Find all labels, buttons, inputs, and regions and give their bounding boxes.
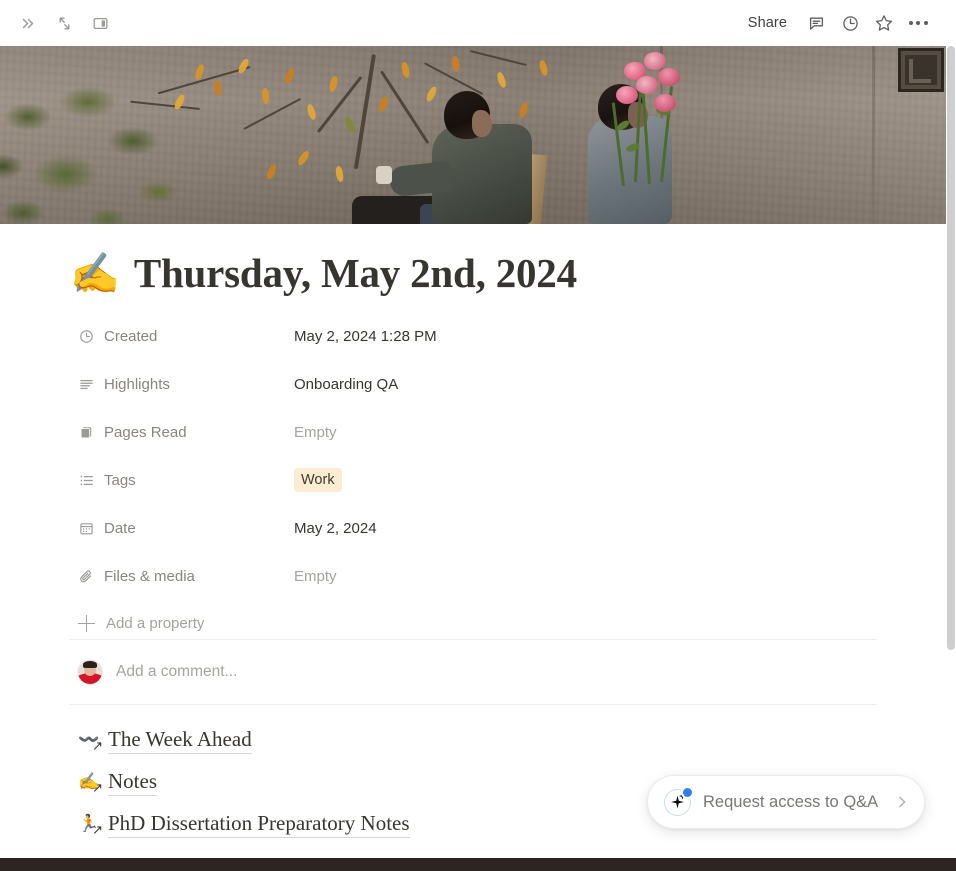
plus-icon — [78, 614, 95, 632]
paperclip-icon — [78, 568, 95, 585]
comment-input-placeholder[interactable]: Add a comment... — [116, 663, 237, 681]
property-row-highlights[interactable]: Highlights Onboarding QA — [70, 367, 876, 401]
add-property-button[interactable]: Add a property — [70, 607, 290, 639]
page-link-label[interactable]: PhD Dissertation Preparatory Notes — [108, 810, 410, 839]
cover-flower-bloom — [616, 86, 638, 104]
sparkle-glyph — [670, 795, 685, 810]
cover-rider-front-face — [472, 110, 492, 137]
top-toolbar: Share — [0, 0, 946, 46]
property-value-date[interactable]: May 2, 2024 — [286, 515, 406, 542]
text-lines-icon — [78, 376, 95, 393]
page-link-label[interactable]: Notes — [108, 768, 157, 797]
request-access-qa-label: Request access to Q&A — [703, 792, 879, 811]
notion-page-window: Share ✍️ Thursday, May 2nd, 2024 Created… — [0, 0, 956, 871]
clock-icon — [78, 328, 95, 345]
add-comment-row[interactable]: Add a comment... — [70, 640, 876, 704]
property-value-tags[interactable]: Work — [286, 466, 406, 494]
property-label: Pages Read — [104, 423, 187, 441]
cover-flower-bloom — [658, 68, 680, 86]
property-label: Tags — [104, 471, 136, 489]
cover-artwork — [0, 46, 946, 224]
property-key-created[interactable]: Created — [70, 321, 286, 351]
property-key-pages-read[interactable]: Pages Read — [70, 417, 286, 447]
comment-divider-bottom — [70, 704, 876, 706]
collapse-arrows-icon[interactable] — [50, 9, 78, 37]
request-access-qa-button[interactable]: Request access to Q&A — [647, 775, 925, 829]
comment-icon[interactable] — [802, 9, 830, 37]
chevron-right-icon — [894, 794, 910, 810]
status-badge-work[interactable]: Work — [294, 468, 342, 493]
more-dots — [908, 21, 928, 25]
cover-flower-bloom — [644, 52, 666, 70]
page-link-emoji: 〰️ ↗ — [78, 729, 103, 755]
property-row-pages-read[interactable]: Pages Read Empty — [70, 415, 876, 449]
page-link-emoji: ✍️ ↗ — [78, 771, 103, 797]
page-link-label[interactable]: The Week Ahead — [108, 726, 252, 755]
book-icon — [78, 424, 95, 441]
cover-window-grate — [898, 48, 944, 92]
cover-rider-hand — [376, 166, 392, 184]
property-value-files-media[interactable]: Empty — [286, 563, 406, 590]
add-property-label: Add a property — [106, 614, 205, 632]
avatar — [78, 660, 102, 685]
expand-sidebar-icon[interactable] — [14, 9, 42, 37]
star-favorite-icon[interactable] — [870, 9, 898, 37]
arrow-up-right-icon: ↗ — [92, 823, 103, 839]
property-key-date[interactable]: Date — [70, 513, 286, 543]
list-icon — [78, 472, 95, 489]
ai-sparkle-icon — [664, 787, 692, 816]
list-item[interactable]: 〰️ ↗ The Week Ahead — [70, 719, 876, 761]
property-label: Date — [104, 519, 136, 537]
scrollbar-thumb[interactable] — [947, 46, 955, 650]
property-row-tags[interactable]: Tags Work — [70, 463, 876, 497]
page-cover-image[interactable] — [0, 46, 946, 224]
property-row-date[interactable]: Date May 2, 2024 — [70, 511, 876, 545]
cover-foliage — [0, 84, 228, 224]
sidebar-panel-icon[interactable] — [86, 9, 114, 37]
avatar-hair — [83, 661, 97, 669]
property-value-highlights[interactable]: Onboarding QA — [286, 371, 406, 398]
toolbar-right-group: Share — [739, 9, 932, 37]
calendar-icon — [78, 520, 95, 537]
page-content: ✍️ Thursday, May 2nd, 2024 Created May 2… — [0, 224, 946, 846]
property-label: Highlights — [104, 375, 170, 393]
property-key-highlights[interactable]: Highlights — [70, 369, 286, 399]
cover-flower-bloom — [636, 76, 658, 94]
page-content-inner: ✍️ Thursday, May 2nd, 2024 Created May 2… — [70, 250, 876, 845]
page-title[interactable]: Thursday, May 2nd, 2024 — [134, 250, 577, 297]
cover-rider-back — [588, 116, 672, 224]
property-row-files-media[interactable]: Files & media Empty — [70, 559, 876, 593]
property-key-tags[interactable]: Tags — [70, 465, 286, 495]
property-row-created[interactable]: Created May 2, 2024 1:28 PM — [70, 319, 876, 353]
cover-flower-bloom — [654, 94, 676, 112]
clock-history-icon[interactable] — [836, 9, 864, 37]
bottom-edge-bar — [0, 858, 956, 871]
property-value-created[interactable]: May 2, 2024 1:28 PM — [286, 323, 445, 350]
toolbar-left-group — [14, 9, 114, 37]
property-value-pages-read[interactable]: Empty — [286, 419, 406, 446]
property-key-files-media[interactable]: Files & media — [70, 561, 286, 591]
page-properties: Created May 2, 2024 1:28 PM Highlights O… — [70, 319, 876, 639]
notification-dot — [683, 787, 692, 797]
arrow-up-right-icon: ↗ — [92, 739, 103, 755]
vertical-scrollbar[interactable] — [946, 46, 956, 871]
page-link-emoji: 🏃 ↗ — [78, 813, 103, 839]
share-button[interactable]: Share — [739, 9, 796, 37]
page-title-row[interactable]: ✍️ Thursday, May 2nd, 2024 — [70, 250, 876, 297]
property-label: Files & media — [104, 567, 195, 585]
property-label: Created — [104, 327, 158, 345]
page-icon-emoji[interactable]: ✍️ — [70, 254, 120, 294]
arrow-up-right-icon: ↗ — [92, 781, 103, 797]
more-options-icon[interactable] — [904, 9, 932, 37]
cover-wall-seam — [872, 46, 875, 224]
